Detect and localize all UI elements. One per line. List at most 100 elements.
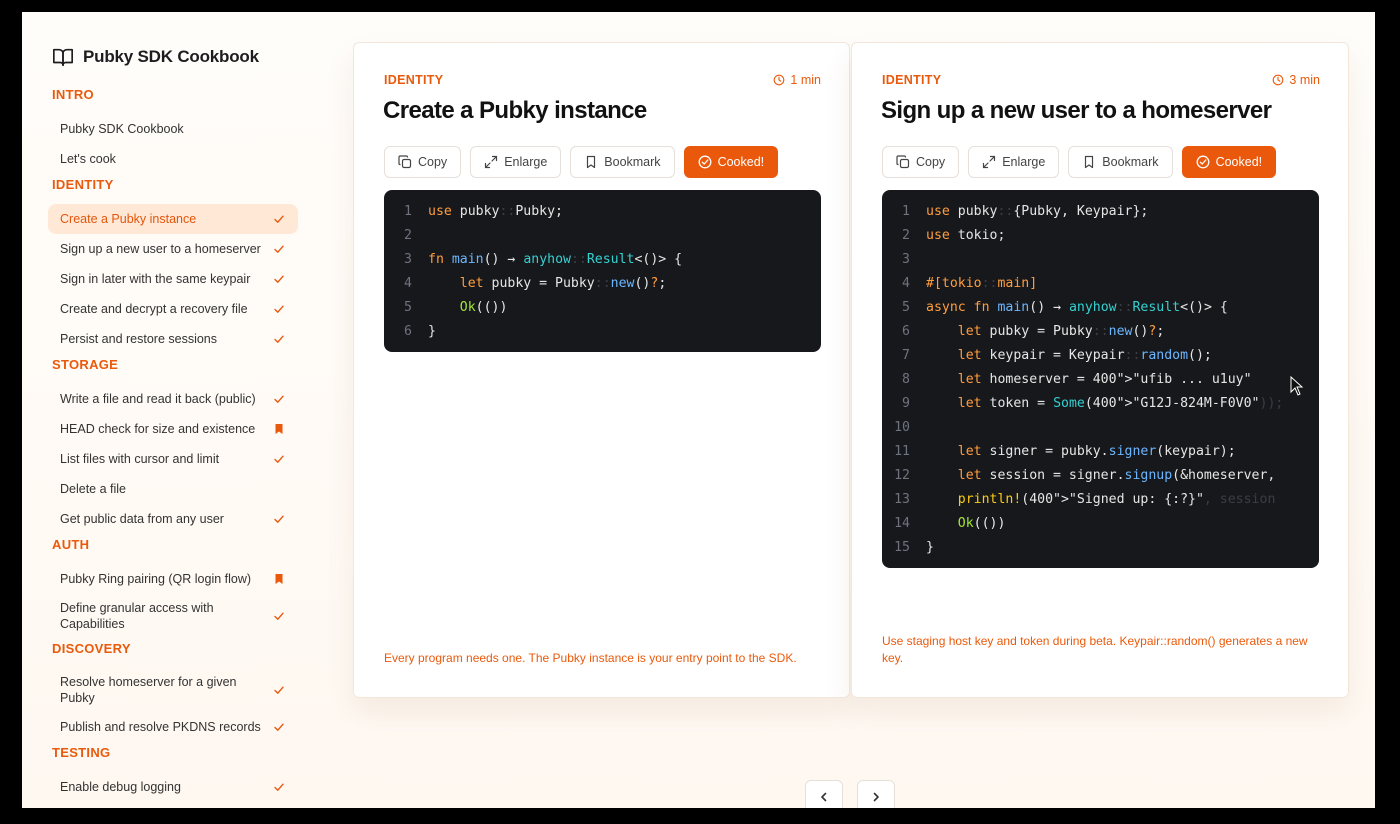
sidebar-item[interactable]: Publish and resolve PKDNS records <box>48 712 298 742</box>
sidebar-item[interactable]: HEAD check for size and existence <box>48 414 298 444</box>
sidebar-item[interactable]: Pubky Ring pairing (QR login flow) <box>48 564 298 594</box>
card-category: IDENTITY <box>384 73 444 87</box>
code-token: :: <box>981 276 998 291</box>
expand-icon <box>484 155 498 169</box>
sidebar-item-label: Create a Pubky instance <box>60 212 197 226</box>
code-line: 4 let pubky = Pubky::new()?; <box>384 272 821 296</box>
prev-page-button[interactable] <box>805 780 843 808</box>
line-number: 6 <box>404 324 412 339</box>
line-number: 13 <box>894 492 910 507</box>
bookmark-button[interactable]: Bookmark <box>1068 146 1173 178</box>
sidebar-item-label: Publish and resolve PKDNS records <box>60 720 261 734</box>
bookmark-button[interactable]: Bookmark <box>570 146 675 178</box>
sidebar-item[interactable]: Let's cook <box>48 144 298 174</box>
code-line: 13 println!(400">"Signed up: {:?}", sess… <box>882 488 1319 512</box>
check-icon <box>272 720 286 734</box>
code-token: tokio; <box>949 228 1006 243</box>
line-number: 5 <box>404 300 412 315</box>
sidebar-item[interactable]: Resolve homeserver for a given Pubky <box>48 668 298 712</box>
next-page-button[interactable] <box>857 780 895 808</box>
sidebar-item[interactable]: Define granular access with Capabilities <box>48 594 298 638</box>
brand[interactable]: Pubky SDK Cookbook <box>52 46 259 68</box>
code-token: pubky <box>451 204 500 219</box>
line-number: 12 <box>894 468 910 483</box>
read-time: 3 min <box>1272 73 1320 87</box>
code-token: (keypair); <box>1156 444 1236 459</box>
code-text: fn main() → anyhow::Result<()> { <box>428 248 682 272</box>
code-token: )); <box>1259 396 1284 411</box>
sidebar-item[interactable]: List files with cursor and limit <box>48 444 298 474</box>
sidebar-item-label: Pubky SDK Cookbook <box>60 122 184 136</box>
code-token: Ok <box>459 300 476 315</box>
clock-icon <box>773 74 785 86</box>
code-text: use pubky::{Pubky, Keypair}; <box>926 200 1148 224</box>
enlarge-button[interactable]: Enlarge <box>470 146 562 178</box>
read-time: 1 min <box>773 73 821 87</box>
code-token: fn <box>428 252 444 267</box>
sidebar-item[interactable]: Sign in later with the same keypair <box>48 264 298 294</box>
bookmark-icon <box>1082 155 1096 169</box>
code-line: 1 use pubky::Pubky; <box>384 200 821 224</box>
code-token: :: <box>1116 300 1133 315</box>
book-open-icon <box>53 48 73 67</box>
code-token: (&homeserver, <box>1172 468 1276 483</box>
code-block[interactable]: 1 use pubky::{Pubky, Keypair}; 2 use tokio;… <box>882 190 1319 568</box>
sidebar-item[interactable]: Write a file and read it back (public) <box>48 384 298 414</box>
code-token: :: <box>594 276 611 291</box>
sidebar-item-label: Delete a file <box>60 482 127 496</box>
code-token: anyhow <box>1068 300 1117 315</box>
code-token: :: <box>1092 324 1109 339</box>
code-text: let signer = pubky.signer(keypair); <box>926 440 1236 464</box>
code-token: pubky = Pubky <box>483 276 595 291</box>
code-line: 15} <box>882 536 1319 560</box>
check-icon <box>272 452 286 466</box>
sidebar-item[interactable]: Get public data from any user <box>48 504 298 534</box>
sidebar-section-heading: TESTING <box>52 745 111 760</box>
pager <box>805 780 895 808</box>
sidebar-item-label: Persist and restore sessions <box>60 332 218 346</box>
sidebar-item-label: Pubky Ring pairing (QR login flow) <box>60 572 252 586</box>
sidebar-item-label: HEAD check for size and existence <box>60 422 256 436</box>
sidebar-item[interactable]: Delete a file <box>48 474 298 504</box>
chevron-left-icon <box>821 792 827 802</box>
code-token: ; <box>1156 324 1165 339</box>
enlarge-button[interactable]: Enlarge <box>968 146 1060 178</box>
code-token: (); <box>1188 348 1212 363</box>
sidebar-item-label: Create and decrypt a recovery file <box>60 302 248 316</box>
sidebar-section-heading: DISCOVERY <box>52 641 131 656</box>
sidebar-item[interactable]: Create and decrypt a recovery file <box>48 294 298 324</box>
line-number: 9 <box>902 396 910 411</box>
check-icon <box>272 272 286 286</box>
code-token: } <box>428 324 436 339</box>
code-token: let <box>957 444 982 459</box>
sidebar-item[interactable]: Pubky SDK Cookbook <box>48 114 298 144</box>
sidebar-item[interactable]: Persist and restore sessions <box>48 324 298 354</box>
code-token: async fn <box>926 300 990 315</box>
copy-button[interactable]: Copy <box>384 146 462 178</box>
code-token: :: <box>997 204 1014 219</box>
button-label: Enlarge <box>1002 155 1046 169</box>
button-label: Copy <box>916 155 946 169</box>
sidebar: Pubky SDK Cookbook INTRO Pubky SDK Cookbo… <box>22 12 322 808</box>
code-token: Ok <box>957 516 974 531</box>
cooked-button[interactable]: Cooked! <box>1181 146 1277 178</box>
cooked-button[interactable]: Cooked! <box>683 146 779 178</box>
sidebar-item[interactable]: Run an embedded local testnet <box>48 802 298 808</box>
code-block[interactable]: 1 use pubky::Pubky; 2 3 fn main() → anyhow::… <box>384 190 821 352</box>
sidebar-item-label: Define granular access with Capabilities <box>60 601 214 631</box>
sidebar-item[interactable]: Sign up a new user to a homeserver <box>48 234 298 264</box>
sidebar-item[interactable]: Enable debug logging <box>48 772 298 802</box>
copy-button[interactable]: Copy <box>882 146 960 178</box>
code-token: (400">"Signed up: {:?}" <box>1021 492 1204 507</box>
line-number: 2 <box>404 228 412 243</box>
sidebar-item[interactable]: Create a Pubky instance <box>48 204 298 234</box>
copy-icon <box>398 155 412 169</box>
button-label: Enlarge <box>504 155 548 169</box>
code-line: 6} <box>384 320 821 344</box>
button-label: Bookmark <box>1102 155 1159 169</box>
